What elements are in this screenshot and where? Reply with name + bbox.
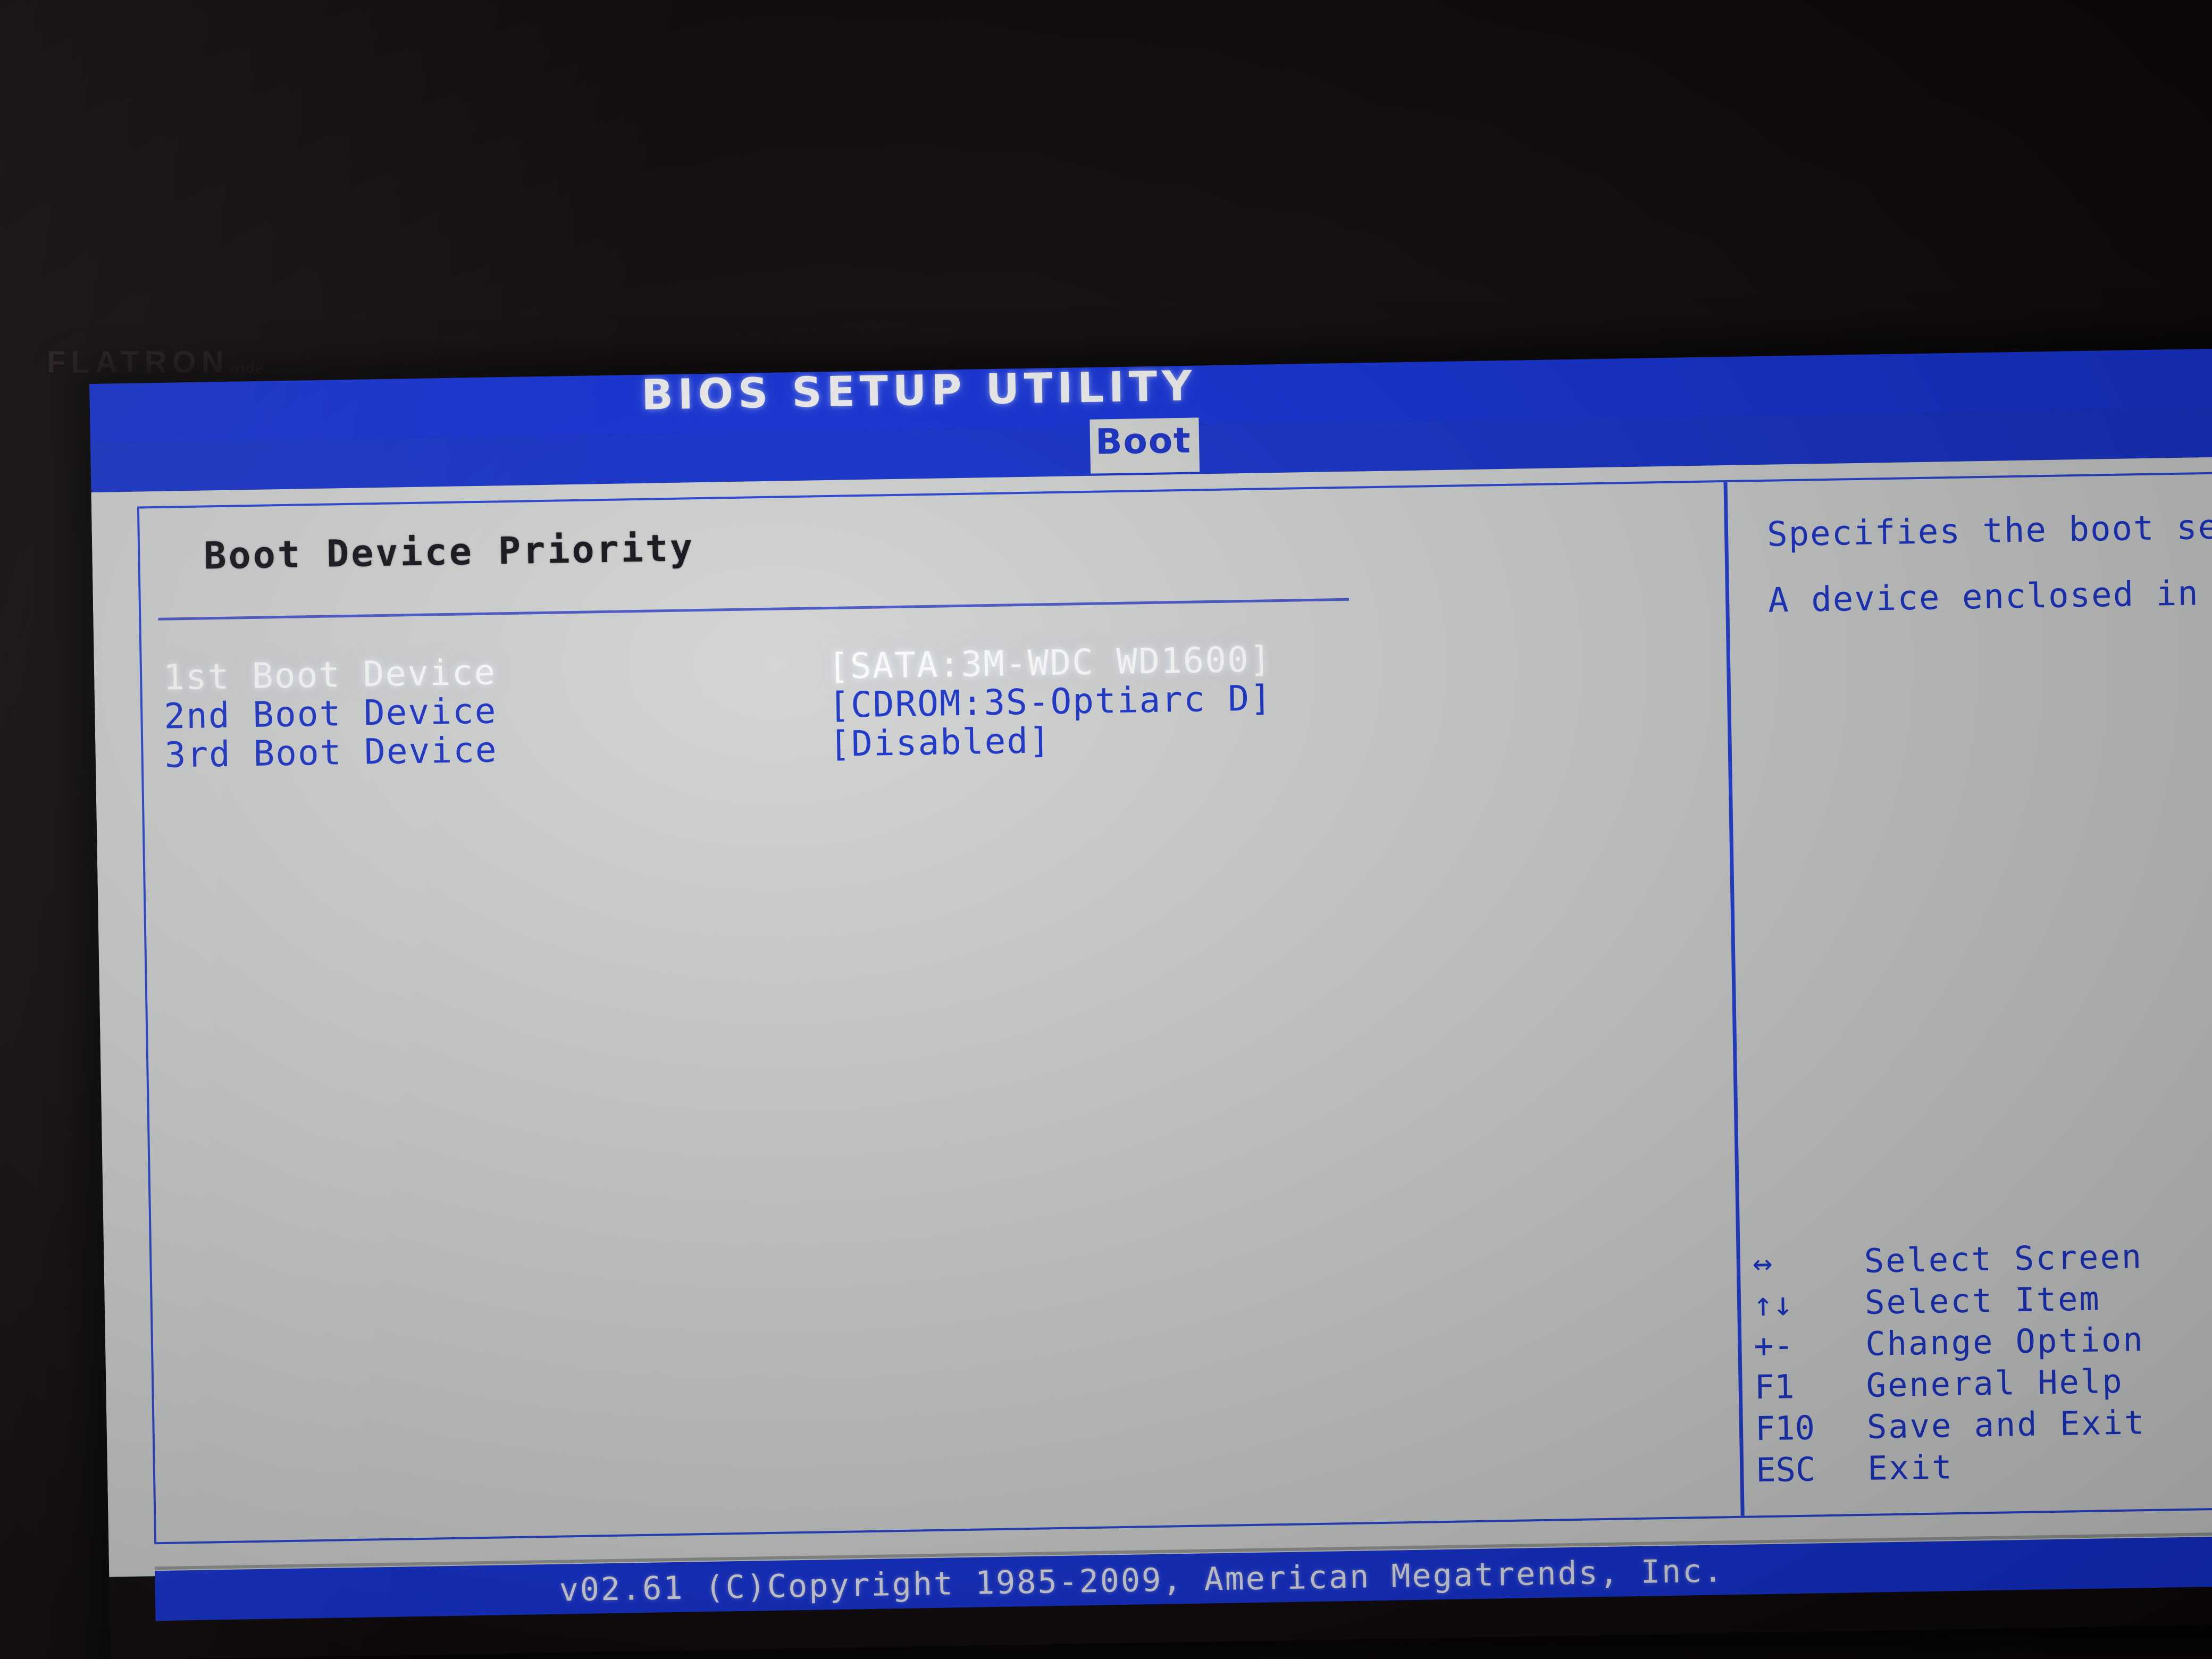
key-desc-general-help: General Help [1866, 1361, 2124, 1405]
tab-boot[interactable]: Boot [1090, 417, 1200, 474]
help-pane: Specifies the boot sequence from the ava… [1766, 496, 2212, 647]
key-legend-row: F1 General Help [1754, 1360, 2145, 1408]
key-legend-row: F10 Save and Exit [1755, 1402, 2146, 1449]
bios-screen: BIOS SETUP UTILITY Boot Boot Device Prio… [89, 347, 2212, 1659]
help-paragraph-1: Specifies the boot sequence from the ava… [1766, 496, 2212, 555]
key-arrows-ud-icon: ↑↓ [1753, 1284, 1794, 1324]
boot-device-value-2[interactable]: [CDROM:3S-Optiarc D] [828, 677, 1273, 726]
boot-device-value-3[interactable]: [Disabled] [829, 720, 1052, 765]
key-esc: ESC [1755, 1449, 1816, 1490]
boot-device-row-3[interactable]: 3rd Boot Device [Disabled] [164, 720, 1051, 776]
boot-device-list: 1st Boot Device [SATA:3M-WDC WD1600] 2nd… [163, 639, 1273, 776]
heading-divider [158, 598, 1350, 621]
key-f10: F10 [1755, 1408, 1815, 1448]
key-legend-row: ↔ Select Screen [1752, 1236, 2143, 1284]
key-plus-minus-icon: +- [1753, 1326, 1794, 1365]
monitor-brand-text: FLATRON [47, 345, 229, 380]
key-desc-exit: Exit [1867, 1447, 1954, 1488]
monitor-brand-sub: wide [229, 360, 264, 376]
key-desc-select-item: Select Item [1864, 1279, 2101, 1322]
section-heading: Boot Device Priority [203, 526, 695, 578]
key-legend: ↔ Select Screen ↑↓ Select Item +- Change Op… [1752, 1236, 2147, 1491]
footer-bar: v02.61 (C)Copyright 1985-2009, American … [155, 1534, 2212, 1621]
key-legend-row: ↑↓ Select Item [1753, 1277, 2143, 1325]
key-desc-select-screen: Select Screen [1864, 1237, 2143, 1280]
key-legend-row: +- Change Option [1754, 1319, 2144, 1367]
monitor-photo: FLATRONwide BIOS SETUP UTILITY Boot Boot… [0, 0, 2212, 1659]
key-desc-save-and-exit: Save and Exit [1866, 1403, 2146, 1446]
panel-border: Boot Device Priority 1st Boot Device [SA… [137, 470, 2212, 1545]
key-arrows-lr-icon: ↔ [1752, 1243, 1773, 1283]
key-f1: F1 [1754, 1367, 1795, 1407]
monitor-brand-logo: FLATRONwide [47, 345, 264, 380]
key-desc-change-option: Change Option [1865, 1320, 2145, 1363]
panel-divider [1723, 482, 1745, 1516]
key-legend-row: ESC Exit [1756, 1443, 2147, 1491]
help-paragraph-2: A device enclosed in parenthesis has bee… [1767, 551, 2212, 621]
boot-device-label-3: 3rd Boot Device [164, 729, 498, 776]
copyright-text: v02.61 (C)Copyright 1985-2009, American … [559, 1552, 1724, 1609]
main-panel: Boot Device Priority 1st Boot Device [SA… [91, 456, 2212, 1621]
boot-device-row-1[interactable]: 1st Boot Device [SATA:3M-WDC WD1600] [163, 639, 1272, 698]
